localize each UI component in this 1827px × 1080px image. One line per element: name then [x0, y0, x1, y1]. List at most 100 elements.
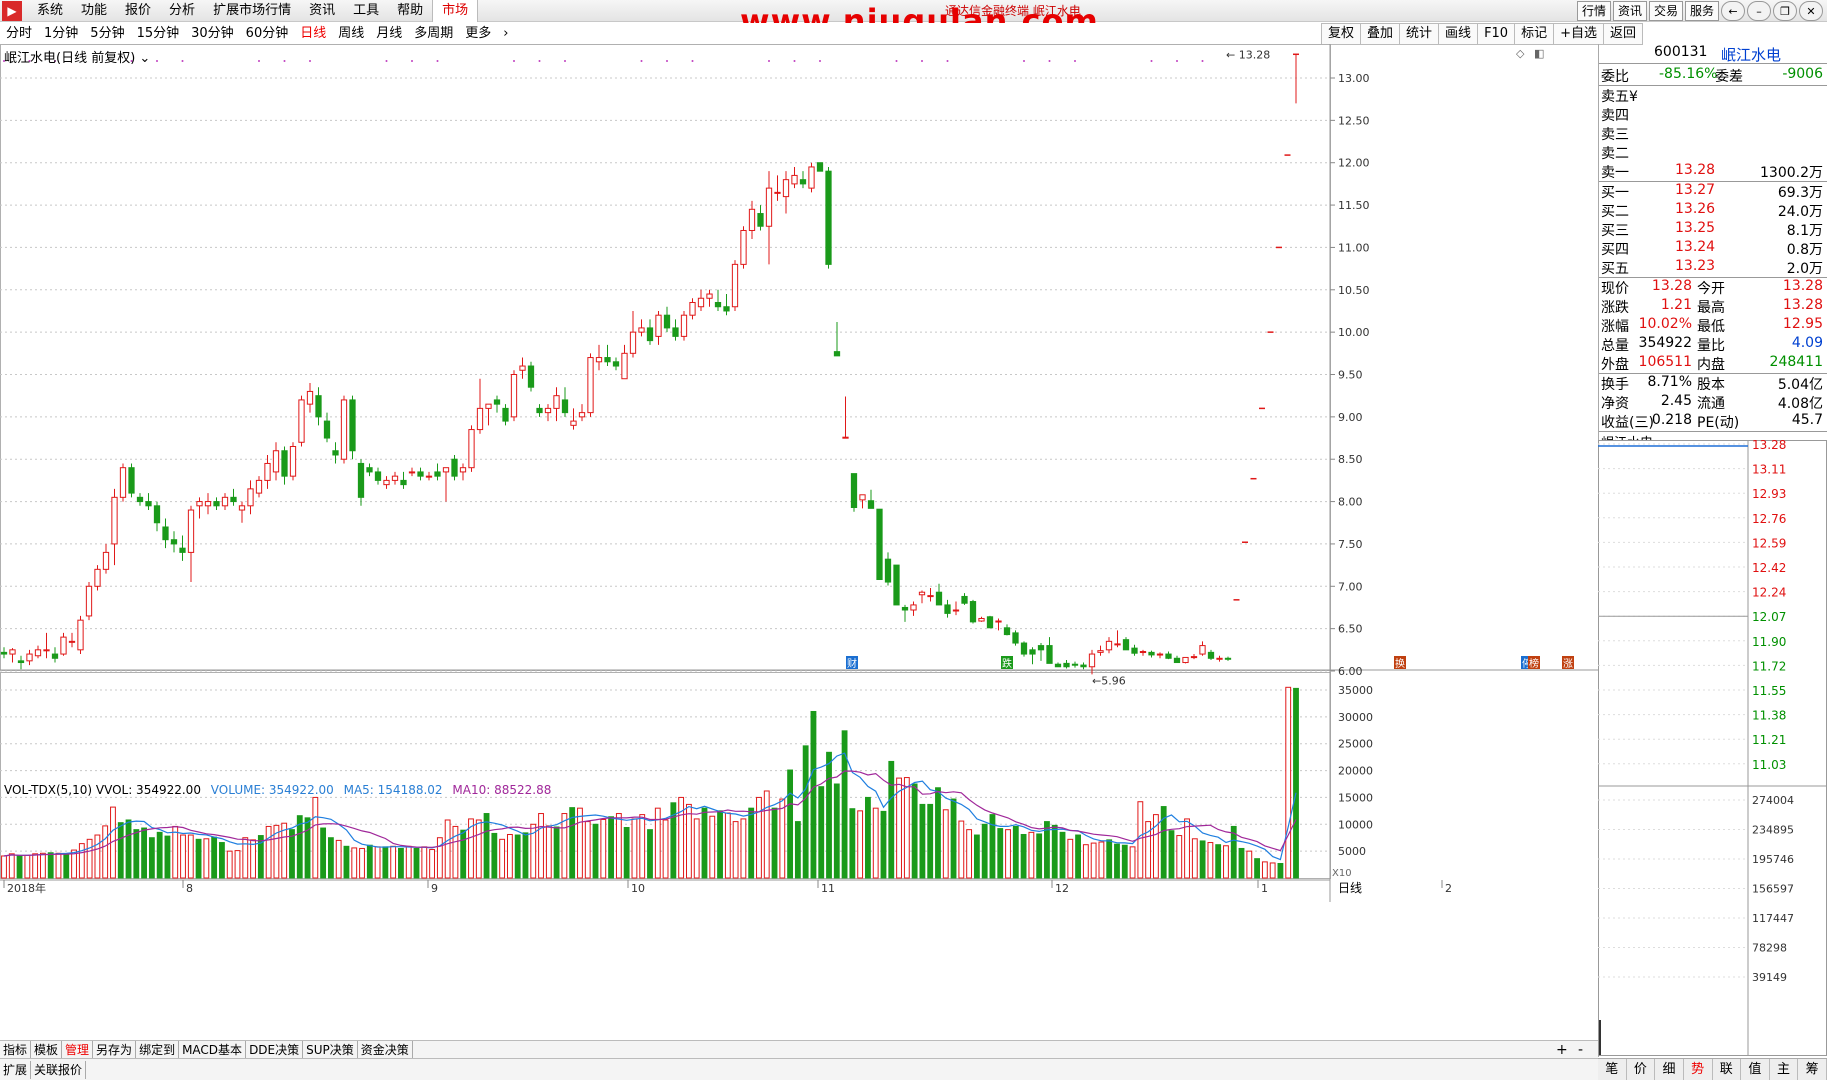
period-15min[interactable]: 15分钟 [131, 23, 186, 45]
trading-terminal: ▶ 系统 功能 报价 分析 扩展市场行情 资讯 工具 帮助 市场 通达信金融终端… [0, 0, 1827, 1080]
volume-bar [1090, 842, 1097, 879]
news-button[interactable]: 资讯 [1612, 1, 1647, 21]
tab-main[interactable]: 主 [1770, 1059, 1799, 1080]
tab-bind-to[interactable]: 绑定到 [136, 1040, 180, 1059]
marker-dot [411, 60, 413, 62]
intraday-mini-chart[interactable]: 13.28 13.11 12.93 12.76 12.59 12.42 12.24 12.07… [1598, 440, 1827, 1057]
tab-fund[interactable]: 资金决策 [358, 1040, 413, 1059]
period-more[interactable]: 更多 [459, 23, 497, 45]
menu-quote[interactable]: 报价 [116, 0, 160, 22]
stat-value: 12.95 [1782, 316, 1823, 332]
volume-bar [156, 831, 163, 879]
tab-tick[interactable]: 笔 [1598, 1059, 1627, 1080]
menu-tools[interactable]: 工具 [344, 0, 388, 22]
volume-bar [701, 807, 708, 879]
date-label: 1 [1261, 882, 1268, 895]
candle-body [374, 471, 382, 481]
volume-bar [1277, 862, 1284, 879]
menu-analysis[interactable]: 分析 [160, 0, 204, 22]
app-logo-icon[interactable]: ▶ [2, 0, 22, 21]
period-multi[interactable]: 多周期 [408, 23, 459, 45]
tab-chips[interactable]: 筹 [1798, 1059, 1827, 1080]
close-icon[interactable]: ✕ [1799, 1, 1823, 21]
tab-extend[interactable]: 扩展 [0, 1060, 32, 1079]
menu-extended-market[interactable]: 扩展市场行情 [204, 0, 300, 22]
minus-icon[interactable]: - [1578, 1042, 1583, 1058]
volume-bar [717, 810, 723, 879]
menu-system[interactable]: 系统 [28, 0, 72, 22]
tab-related-quote[interactable]: 关联报价 [31, 1060, 87, 1079]
marker-dot [309, 60, 311, 62]
volume-bar [888, 760, 895, 879]
volume-bar [584, 821, 591, 879]
minimize-icon[interactable]: – [1747, 1, 1771, 21]
volume-bar [436, 837, 443, 879]
restore-icon[interactable]: ❐ [1773, 1, 1797, 21]
chevron-down-icon[interactable]: ⌄ [139, 51, 150, 66]
tab-link[interactable]: 联 [1713, 1059, 1742, 1080]
chevron-right-icon[interactable]: › [497, 23, 514, 45]
plus-icon[interactable]: + [1556, 1042, 1568, 1058]
mini-price-label: 11.72 [1752, 659, 1786, 673]
volume-bar [1269, 862, 1276, 879]
candlestick-chart[interactable]: 13.00 12.50 12.00 11.50 11.00 10.50 10.00 9.50 9… [0, 44, 1598, 1040]
candle-body [1122, 639, 1130, 651]
menu-help[interactable]: 帮助 [388, 0, 432, 22]
tab-trend[interactable]: 势 [1684, 1059, 1713, 1080]
volume-bar [226, 850, 233, 879]
return-button[interactable]: 返回 [1603, 23, 1644, 45]
period-weekly[interactable]: 周线 [332, 23, 370, 45]
volume-bar [615, 813, 622, 879]
tab-indicator[interactable]: 指标 [0, 1040, 32, 1059]
back-icon[interactable]: ← [1721, 1, 1745, 21]
tab-price[interactable]: 价 [1627, 1059, 1656, 1080]
overlay-button[interactable]: 叠加 [1360, 23, 1401, 45]
mini-price-label: 12.07 [1752, 610, 1786, 624]
volume-bar [647, 829, 653, 879]
tab-manage[interactable]: 管理 [62, 1040, 94, 1059]
adjust-button[interactable]: 复权 [1321, 23, 1362, 45]
volume-bar [779, 798, 786, 879]
tab-save-as[interactable]: 另存为 [93, 1040, 137, 1059]
stats-button[interactable]: 统计 [1399, 23, 1440, 45]
period-daily[interactable]: 日线 [294, 23, 332, 45]
menu-market[interactable]: 市场 [432, 0, 479, 22]
period-intraday[interactable]: 分时 [0, 23, 38, 45]
mark-button[interactable]: 标记 [1514, 23, 1555, 45]
quote-button[interactable]: 行情 [1576, 1, 1611, 21]
price-tick-label: 6.50 [1338, 623, 1363, 636]
volume-bar [1168, 830, 1175, 879]
candle-body [425, 475, 433, 478]
period-monthly[interactable]: 月线 [370, 23, 408, 45]
menu-news[interactable]: 资讯 [300, 0, 344, 22]
add-watchlist-button[interactable]: +自选 [1553, 23, 1605, 45]
tab-dde[interactable]: DDE决策 [246, 1040, 304, 1059]
volume-bar [382, 846, 389, 879]
period-60min[interactable]: 60分钟 [240, 23, 295, 45]
tab-detail[interactable]: 细 [1655, 1059, 1684, 1080]
stat-value: 248411 [1769, 354, 1823, 370]
vol-indicator-name[interactable]: VOL-TDX(5,10) [4, 783, 92, 797]
volume-legend: VOL-TDX(5,10) VVOL: 354922.00 VOLUME: 35… [4, 783, 551, 797]
service-button[interactable]: 服务 [1684, 1, 1719, 21]
marker-dot [793, 60, 796, 62]
menu-function[interactable]: 功能 [72, 0, 116, 22]
tab-macd[interactable]: MACD基本 [179, 1040, 247, 1059]
period-30min[interactable]: 30分钟 [185, 23, 240, 45]
tab-sup[interactable]: SUP决策 [303, 1040, 358, 1059]
tab-template[interactable]: 模板 [31, 1040, 63, 1059]
volume-bar [787, 769, 794, 879]
trade-button[interactable]: 交易 [1648, 1, 1683, 21]
volume-bar [117, 822, 124, 879]
date-label: 2 [1445, 882, 1452, 895]
period-1min[interactable]: 1分钟 [38, 23, 84, 45]
candle-body [553, 395, 560, 409]
marker-dot [564, 60, 566, 62]
candle-body [77, 619, 84, 651]
volume-bar [1191, 838, 1198, 879]
candle-body [1173, 657, 1181, 664]
f10-button[interactable]: F10 [1477, 23, 1516, 45]
draw-button[interactable]: 画线 [1438, 23, 1479, 45]
tab-value[interactable]: 值 [1741, 1059, 1770, 1080]
period-5min[interactable]: 5分钟 [84, 23, 130, 45]
